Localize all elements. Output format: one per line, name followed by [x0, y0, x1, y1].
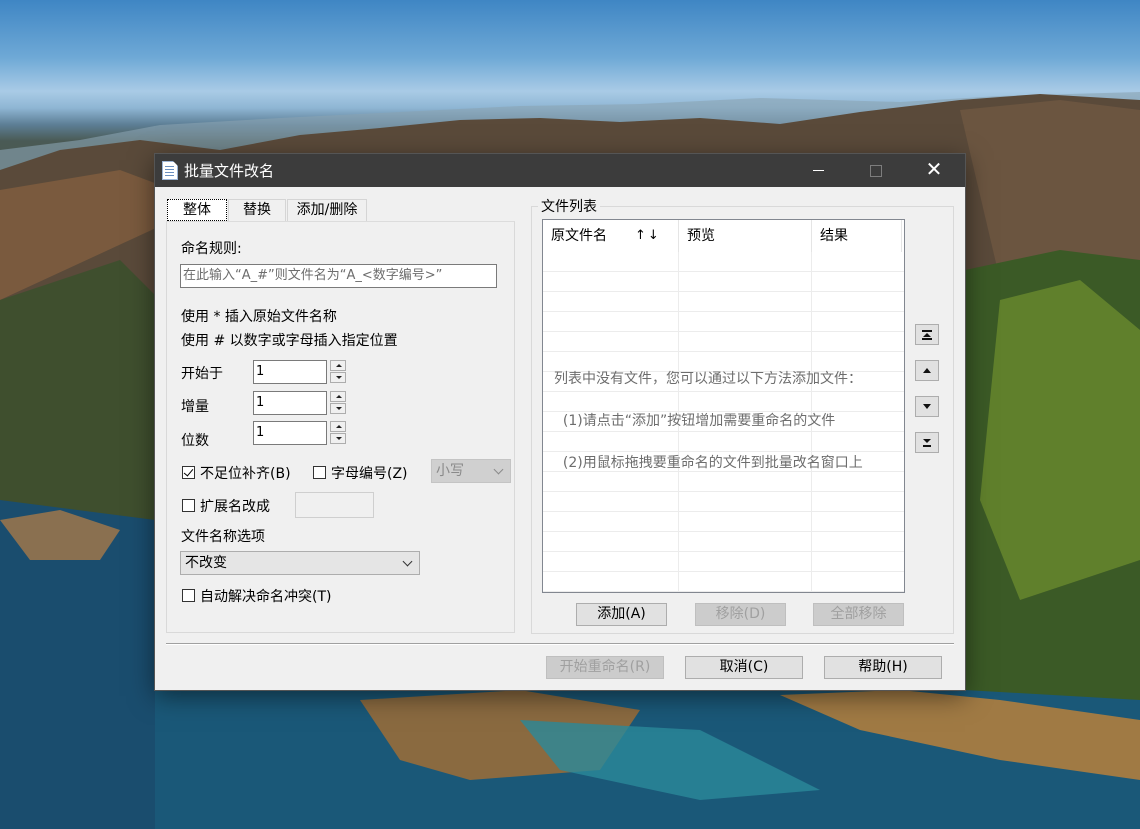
- digits-input[interactable]: 1: [253, 421, 327, 445]
- list-item: [543, 252, 904, 272]
- remove-button: 移除(D): [695, 603, 786, 626]
- list-item: [543, 312, 904, 332]
- column-result[interactable]: 结果: [812, 220, 902, 252]
- sort-icon[interactable]: ↑↓: [635, 220, 661, 252]
- ext-label[interactable]: 扩展名改成: [200, 496, 270, 516]
- arrow-up-icon: [923, 368, 931, 373]
- footer-separator: [166, 643, 954, 645]
- tab-general[interactable]: 整体: [167, 199, 227, 221]
- start-rename-button: 开始重命名(R): [546, 656, 664, 679]
- alpha-label[interactable]: 字母编号(Z): [331, 463, 408, 483]
- chevron-down-icon[interactable]: [330, 372, 346, 383]
- pad-label[interactable]: 不足位补齐(B): [200, 463, 291, 483]
- case-select-value: 小写: [436, 463, 464, 479]
- list-item: [543, 552, 904, 572]
- file-list-title: 文件列表: [538, 196, 600, 216]
- maximize-icon: [870, 165, 882, 177]
- list-item: [543, 272, 904, 292]
- column-preview[interactable]: 预览: [679, 220, 812, 252]
- window-title: 批量文件改名: [184, 162, 275, 180]
- maximize-button: [853, 154, 899, 187]
- chevron-up-icon[interactable]: [330, 421, 346, 432]
- list-item: [543, 292, 904, 312]
- column-result-label: 结果: [820, 228, 848, 244]
- help-button[interactable]: 帮助(H): [824, 656, 942, 679]
- tab-add-delete[interactable]: 添加/删除: [287, 199, 367, 221]
- naming-rule-input[interactable]: 在此输入“A_#”则文件名为“A_<数字编号>”: [180, 264, 497, 288]
- minimize-button[interactable]: [795, 154, 841, 187]
- tab-replace[interactable]: 替换: [228, 199, 286, 221]
- file-list-view[interactable]: 原文件名 ↑↓ 预览 结果 列表中没有文件，您可以通过以下方法添加文件： (1)…: [542, 219, 905, 593]
- chevron-up-icon[interactable]: [330, 360, 346, 371]
- empty-message-line: (2)用鼠标拖拽要重命名的文件到批量改名窗口上: [554, 455, 863, 471]
- ext-input: [295, 492, 374, 518]
- list-item: [543, 512, 904, 532]
- close-icon: ✕: [925, 157, 943, 181]
- column-preview-label: 预览: [687, 228, 715, 244]
- increment-label: 增量: [181, 399, 209, 415]
- move-bottom-icon: [923, 439, 933, 448]
- pad-checkbox[interactable]: [182, 466, 195, 479]
- empty-list-message: 列表中没有文件，您可以通过以下方法添加文件： (1)请点击“添加”按钮增加需要重…: [554, 344, 863, 498]
- start-label: 开始于: [181, 366, 223, 382]
- batch-rename-dialog: 批量文件改名 ✕ 整体 替换 添加/删除 命名规则: 在此输入“A_#”则文件名…: [155, 154, 965, 690]
- hint-star: 使用 * 插入原始文件名称: [181, 309, 337, 325]
- filename-option-select[interactable]: 不改变: [180, 551, 420, 575]
- file-list-header: 原文件名 ↑↓ 预览 结果: [543, 220, 904, 252]
- increment-input[interactable]: 1: [253, 391, 327, 415]
- auto-resolve-checkbox[interactable]: [182, 589, 195, 602]
- move-down-button[interactable]: [915, 396, 939, 417]
- chevron-up-icon[interactable]: [330, 391, 346, 402]
- naming-rule-label: 命名规则:: [181, 241, 242, 257]
- title-bar[interactable]: 批量文件改名 ✕: [155, 154, 965, 187]
- empty-message-line: (1)请点击“添加”按钮增加需要重命名的文件: [554, 413, 836, 429]
- hint-hash: 使用 # 以数字或字母插入指定位置: [181, 333, 398, 349]
- digits-stepper[interactable]: [330, 421, 346, 445]
- remove-all-button: 全部移除: [813, 603, 904, 626]
- column-original-name-label: 原文件名: [551, 228, 607, 244]
- chevron-down-icon: [493, 464, 504, 475]
- cancel-button[interactable]: 取消(C): [685, 656, 803, 679]
- case-select: 小写: [431, 459, 511, 483]
- start-stepper[interactable]: [330, 360, 346, 384]
- increment-stepper[interactable]: [330, 391, 346, 415]
- document-icon: [162, 161, 178, 180]
- move-up-button[interactable]: [915, 360, 939, 381]
- list-item: [543, 532, 904, 552]
- arrow-down-icon: [923, 404, 931, 409]
- digits-label: 位数: [181, 433, 209, 449]
- ext-checkbox[interactable]: [182, 499, 195, 512]
- start-input[interactable]: 1: [253, 360, 327, 384]
- alpha-checkbox[interactable]: [313, 466, 326, 479]
- close-button[interactable]: ✕: [911, 154, 957, 187]
- filename-option-label: 文件名称选项: [181, 529, 265, 545]
- list-item: [543, 572, 904, 592]
- chevron-down-icon[interactable]: [330, 433, 346, 444]
- empty-message-line: 列表中没有文件，您可以通过以下方法添加文件：: [554, 371, 862, 387]
- move-top-icon: [922, 330, 932, 340]
- chevron-down-icon[interactable]: [330, 403, 346, 414]
- filename-option-value: 不改变: [185, 555, 227, 571]
- move-to-top-button[interactable]: [915, 324, 939, 345]
- add-button[interactable]: 添加(A): [576, 603, 667, 626]
- auto-resolve-label[interactable]: 自动解决命名冲突(T): [200, 586, 331, 606]
- chevron-down-icon: [402, 556, 413, 567]
- move-to-bottom-button[interactable]: [915, 432, 939, 453]
- minimize-icon: [812, 170, 824, 171]
